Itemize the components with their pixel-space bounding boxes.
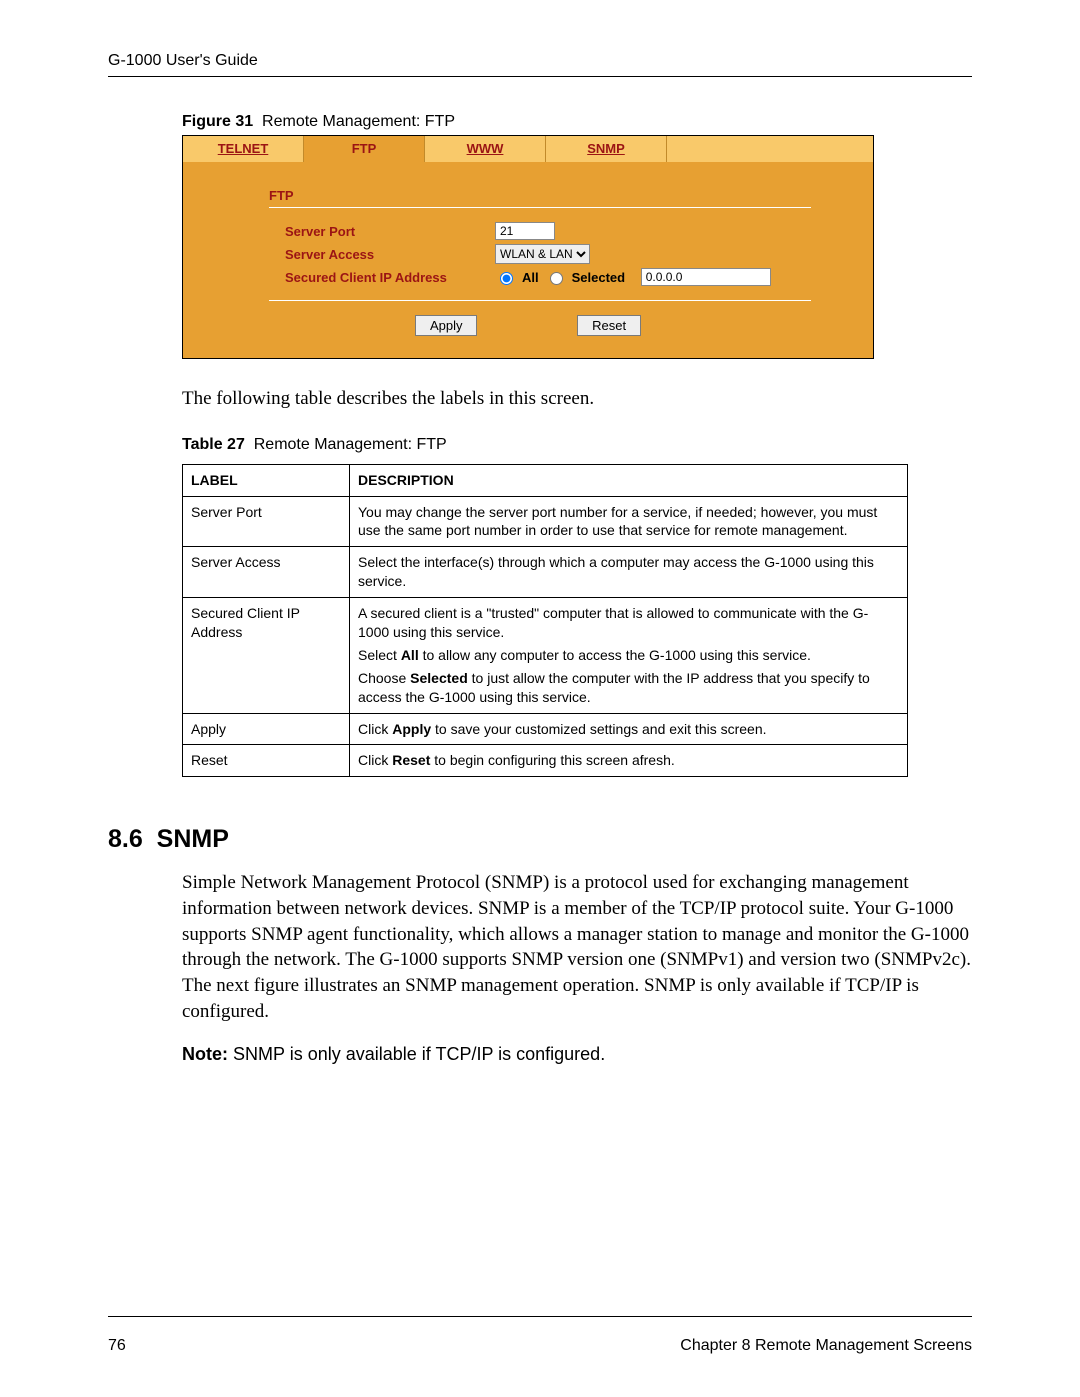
footer-rule xyxy=(108,1316,972,1317)
section-number: 8.6 xyxy=(108,825,143,853)
cell-description: You may change the server port number fo… xyxy=(350,496,908,547)
config-panel: TELNET FTP WWW SNMP FTP Server Port Serv… xyxy=(182,135,874,359)
figure-label: Figure 31 xyxy=(182,113,253,130)
page-number: 76 xyxy=(108,1337,126,1355)
header-rule xyxy=(108,76,972,77)
cell-description: Click Apply to save your customized sett… xyxy=(350,713,908,745)
cell-label: Secured Client IP Address xyxy=(183,598,350,713)
secured-ip-input[interactable] xyxy=(641,268,771,286)
table-row: Server AccessSelect the interface(s) thr… xyxy=(183,547,908,598)
section-heading: 8.6 SNMP xyxy=(108,825,972,854)
intro-text: The following table describes the labels… xyxy=(182,387,972,412)
server-port-label: Server Port xyxy=(285,224,495,239)
secured-ip-label: Secured Client IP Address xyxy=(285,270,495,285)
note-label: Note: xyxy=(182,1044,228,1064)
server-port-input[interactable] xyxy=(495,222,555,240)
table-row: Secured Client IP AddressA secured clien… xyxy=(183,598,908,713)
table-caption: Table 27 Remote Management: FTP xyxy=(182,436,972,454)
tab-telnet[interactable]: TELNET xyxy=(183,136,304,162)
panel-section-title: FTP xyxy=(269,188,851,203)
table-label: Table 27 xyxy=(182,436,245,453)
cell-label: Server Port xyxy=(183,496,350,547)
tab-spacer xyxy=(667,136,873,162)
cell-label: Apply xyxy=(183,713,350,745)
note-text: SNMP is only available if TCP/IP is conf… xyxy=(233,1044,605,1064)
description-table: LABEL DESCRIPTION Server PortYou may cha… xyxy=(182,464,908,778)
figure-caption: Figure 31 Remote Management: FTP xyxy=(182,113,972,131)
panel-divider-top xyxy=(269,207,811,208)
page-header: G-1000 User's Guide xyxy=(108,52,972,70)
radio-selected[interactable] xyxy=(550,272,563,285)
section-body: Simple Network Management Protocol (SNMP… xyxy=(182,870,972,1024)
cell-description: Select the interface(s) through which a … xyxy=(350,547,908,598)
radio-all[interactable] xyxy=(500,272,513,285)
cell-description: A secured client is a "trusted" computer… xyxy=(350,598,908,713)
radio-selected-label: Selected xyxy=(572,270,625,285)
reset-button[interactable]: Reset xyxy=(577,315,641,336)
table-title: Remote Management: FTP xyxy=(254,436,447,453)
chapter-title: Chapter 8 Remote Management Screens xyxy=(680,1337,972,1355)
apply-button[interactable]: Apply xyxy=(415,315,478,336)
tabs: TELNET FTP WWW SNMP xyxy=(183,136,873,162)
table-row: Server PortYou may change the server por… xyxy=(183,496,908,547)
table-row: ApplyClick Apply to save your customized… xyxy=(183,713,908,745)
tab-snmp[interactable]: SNMP xyxy=(546,136,667,162)
note: Note: SNMP is only available if TCP/IP i… xyxy=(182,1044,972,1065)
radio-all-label: All xyxy=(522,270,539,285)
th-label: LABEL xyxy=(183,464,350,496)
tab-ftp[interactable]: FTP xyxy=(304,136,425,162)
server-access-select[interactable]: WLAN & LAN xyxy=(495,244,590,264)
th-description: DESCRIPTION xyxy=(350,464,908,496)
table-row: ResetClick Reset to begin configuring th… xyxy=(183,745,908,777)
server-access-label: Server Access xyxy=(285,247,495,262)
cell-label: Server Access xyxy=(183,547,350,598)
figure-title: Remote Management: FTP xyxy=(262,113,455,130)
tab-www[interactable]: WWW xyxy=(425,136,546,162)
section-title: SNMP xyxy=(157,825,229,853)
cell-label: Reset xyxy=(183,745,350,777)
cell-description: Click Reset to begin configuring this sc… xyxy=(350,745,908,777)
